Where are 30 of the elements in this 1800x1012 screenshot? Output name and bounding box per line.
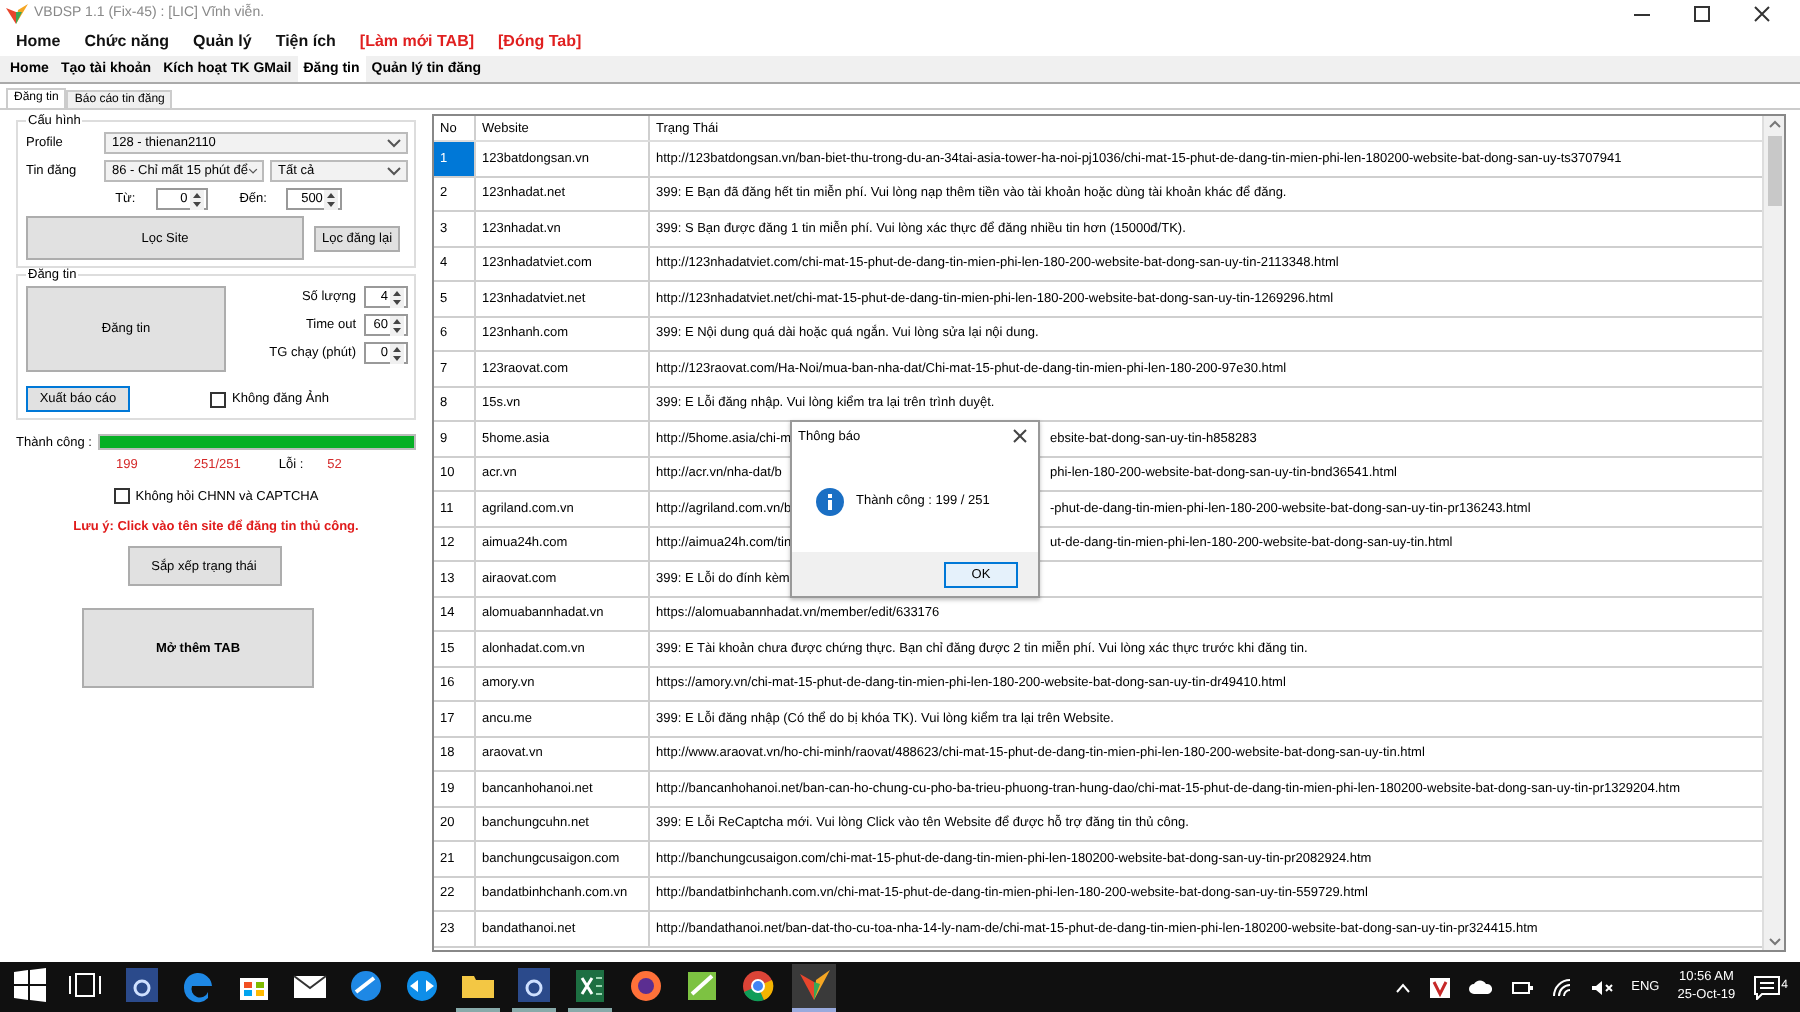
caret-icon bbox=[247, 164, 258, 178]
speaker-muted-icon[interactable] bbox=[1589, 977, 1614, 997]
app-logo-icon bbox=[6, 3, 28, 23]
spinner-arrows-icon[interactable] bbox=[324, 189, 339, 209]
wifi-icon[interactable] bbox=[1551, 977, 1572, 997]
info-icon bbox=[816, 487, 844, 515]
spinner-arrows-icon[interactable] bbox=[390, 343, 404, 363]
scrollbar[interactable] bbox=[1762, 116, 1784, 950]
close-icon[interactable] bbox=[1752, 3, 1772, 23]
menu-item[interactable]: Quản lý bbox=[192, 32, 252, 50]
cloud-icon[interactable] bbox=[1467, 977, 1492, 997]
close-icon[interactable] bbox=[1012, 428, 1028, 444]
menu-item[interactable]: Home bbox=[16, 32, 61, 50]
app-icon[interactable] bbox=[512, 963, 556, 1011]
chevron-up-icon[interactable] bbox=[1393, 979, 1412, 995]
menu-item[interactable]: Tiện ích bbox=[275, 32, 336, 50]
app-logo-icon[interactable] bbox=[792, 963, 836, 1011]
menu-item[interactable]: [Đóng Tab] bbox=[498, 32, 582, 50]
maximize-icon[interactable] bbox=[1692, 3, 1712, 23]
scroll-up-icon[interactable] bbox=[1765, 116, 1783, 132]
spinner-arrows-icon[interactable] bbox=[189, 189, 204, 209]
spinner-arrows-icon[interactable] bbox=[390, 315, 404, 335]
scroll-down-icon[interactable] bbox=[1765, 934, 1783, 950]
app-tray-icon[interactable] bbox=[1429, 977, 1450, 997]
menu-item[interactable]: [Làm mới TAB] bbox=[359, 32, 475, 50]
spinner-arrows-icon[interactable] bbox=[390, 287, 404, 307]
scroll-thumb[interactable] bbox=[1767, 136, 1781, 206]
menu-item[interactable]: Chức năng bbox=[84, 32, 169, 50]
battery-icon[interactable] bbox=[1509, 979, 1534, 995]
notification-icon[interactable] bbox=[1753, 975, 1780, 999]
